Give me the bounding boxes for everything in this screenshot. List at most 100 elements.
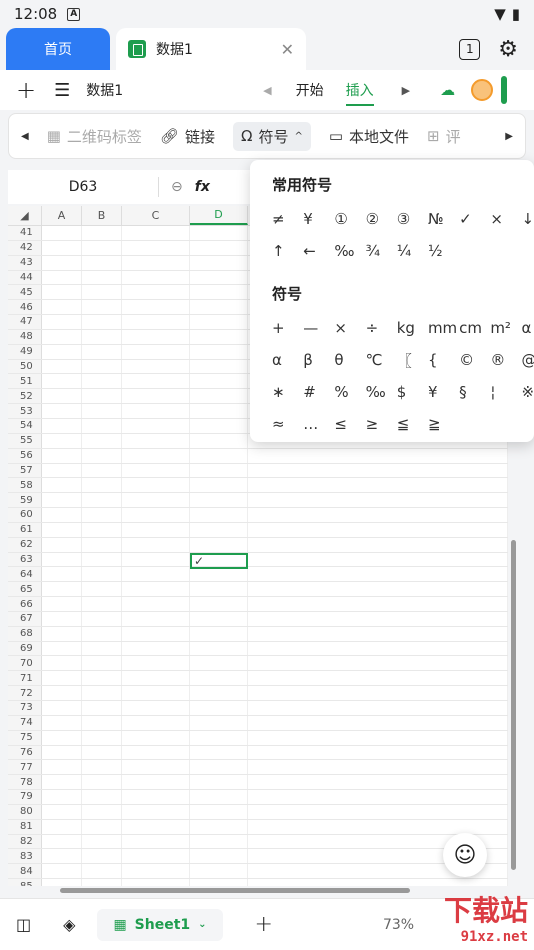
table-row[interactable]: 80 [8,804,508,820]
symbol-item[interactable]: ≧ [428,414,459,434]
table-row[interactable]: 72 [8,686,508,701]
table-row[interactable]: 65 [8,582,508,598]
cell[interactable] [248,493,508,508]
cell[interactable] [122,418,190,433]
cell[interactable] [122,849,190,864]
cell[interactable] [82,834,122,849]
cell[interactable] [82,522,122,537]
table-row[interactable]: 61 [8,522,508,538]
sheet-tab[interactable]: ▦ Sheet1 ⌄ [97,908,223,941]
tab-home[interactable]: 首页 [6,28,110,70]
cell[interactable] [122,864,190,879]
row-number[interactable]: 51 [8,374,42,389]
cell[interactable] [42,671,82,686]
tab-insert[interactable]: 插入 [345,80,374,106]
symbol-item[interactable]: ® [490,350,521,370]
symbol-item[interactable]: # [303,382,334,402]
cell[interactable] [190,508,248,522]
cell[interactable] [122,404,190,418]
symbol-item[interactable]: α [272,350,303,370]
cell[interactable] [248,701,508,715]
comment-button[interactable]: ⊞ 评 [427,126,461,147]
row-number[interactable]: 47 [8,315,42,329]
table-row[interactable]: 76 [8,745,508,761]
symbol-item[interactable]: × [490,209,521,229]
symbol-item[interactable]: + [272,318,303,338]
row-number[interactable]: 56 [8,448,42,463]
table-row[interactable]: 73 [8,701,508,716]
cell[interactable] [190,730,248,745]
cell[interactable] [42,760,82,775]
vertical-scrollbar[interactable] [511,540,516,870]
symbol-item[interactable]: ¾ [366,241,397,261]
assistant-button[interactable]: ☺ [443,833,487,877]
cell[interactable] [42,448,82,463]
cell[interactable] [122,597,190,611]
symbol-item[interactable]: ← [303,241,334,261]
cell[interactable] [82,315,122,329]
cell[interactable] [42,404,82,418]
qrcode-button[interactable]: ▦ 二维码标签 [47,126,142,147]
table-row[interactable]: 69 [8,641,508,657]
cell[interactable] [122,344,190,359]
row-number[interactable]: 74 [8,715,42,730]
sidebar-toggle-icon[interactable]: ◫ [16,915,31,934]
cell[interactable] [248,597,508,611]
table-row[interactable]: 84 [8,864,508,880]
cell[interactable] [248,626,508,641]
cell[interactable] [82,389,122,404]
symbol-item[interactable]: × [334,318,365,338]
symbol-item[interactable]: ℃ [366,350,397,370]
table-row[interactable]: 62 [8,537,508,553]
chevron-right-icon[interactable]: ▶ [505,131,513,142]
column-header[interactable]: D [190,206,248,225]
cell[interactable] [122,879,190,886]
table-row[interactable]: 81 [8,819,508,835]
symbol-item[interactable]: ② [366,209,397,229]
cell[interactable] [248,508,508,522]
cell[interactable] [82,418,122,433]
row-number[interactable]: 80 [8,804,42,819]
row-number[interactable]: 70 [8,656,42,671]
layers-icon[interactable]: ◈ [63,915,75,934]
cell[interactable] [82,240,122,255]
cell[interactable] [122,478,190,493]
cell[interactable] [82,329,122,344]
cell[interactable] [82,359,122,374]
cell[interactable] [248,478,508,493]
cell[interactable] [190,849,248,864]
cell[interactable] [190,493,248,508]
symbol-item[interactable]: ∗ [272,382,303,402]
cell[interactable] [122,775,190,790]
row-number[interactable]: 41 [8,226,42,240]
row-number[interactable]: 76 [8,745,42,760]
cell[interactable] [122,567,190,582]
symbol-item[interactable]: ½ [428,241,459,261]
cell[interactable] [42,285,82,300]
cell[interactable] [190,344,248,359]
row-number[interactable]: 45 [8,285,42,300]
cell[interactable] [190,315,248,329]
row-number[interactable]: 59 [8,493,42,508]
cell[interactable] [42,626,82,641]
cell[interactable] [190,270,248,285]
cell[interactable] [42,790,82,804]
cell[interactable] [82,715,122,730]
cell[interactable] [248,730,508,745]
cell[interactable] [42,478,82,493]
cell[interactable] [42,344,82,359]
zoom-out-icon[interactable]: ⊖ [171,179,183,195]
cell[interactable] [122,790,190,804]
symbol-item[interactable]: ≤ [334,414,365,434]
cell[interactable] [82,611,122,626]
cell[interactable] [122,641,190,656]
cell[interactable] [190,226,248,240]
cell[interactable] [248,552,508,567]
cell[interactable] [122,389,190,404]
symbol-item[interactable]: ① [334,209,365,229]
row-number[interactable]: 69 [8,641,42,656]
cell[interactable] [122,611,190,626]
symbol-item[interactable]: kg [397,318,428,338]
cell[interactable] [248,582,508,597]
cell[interactable] [190,804,248,819]
